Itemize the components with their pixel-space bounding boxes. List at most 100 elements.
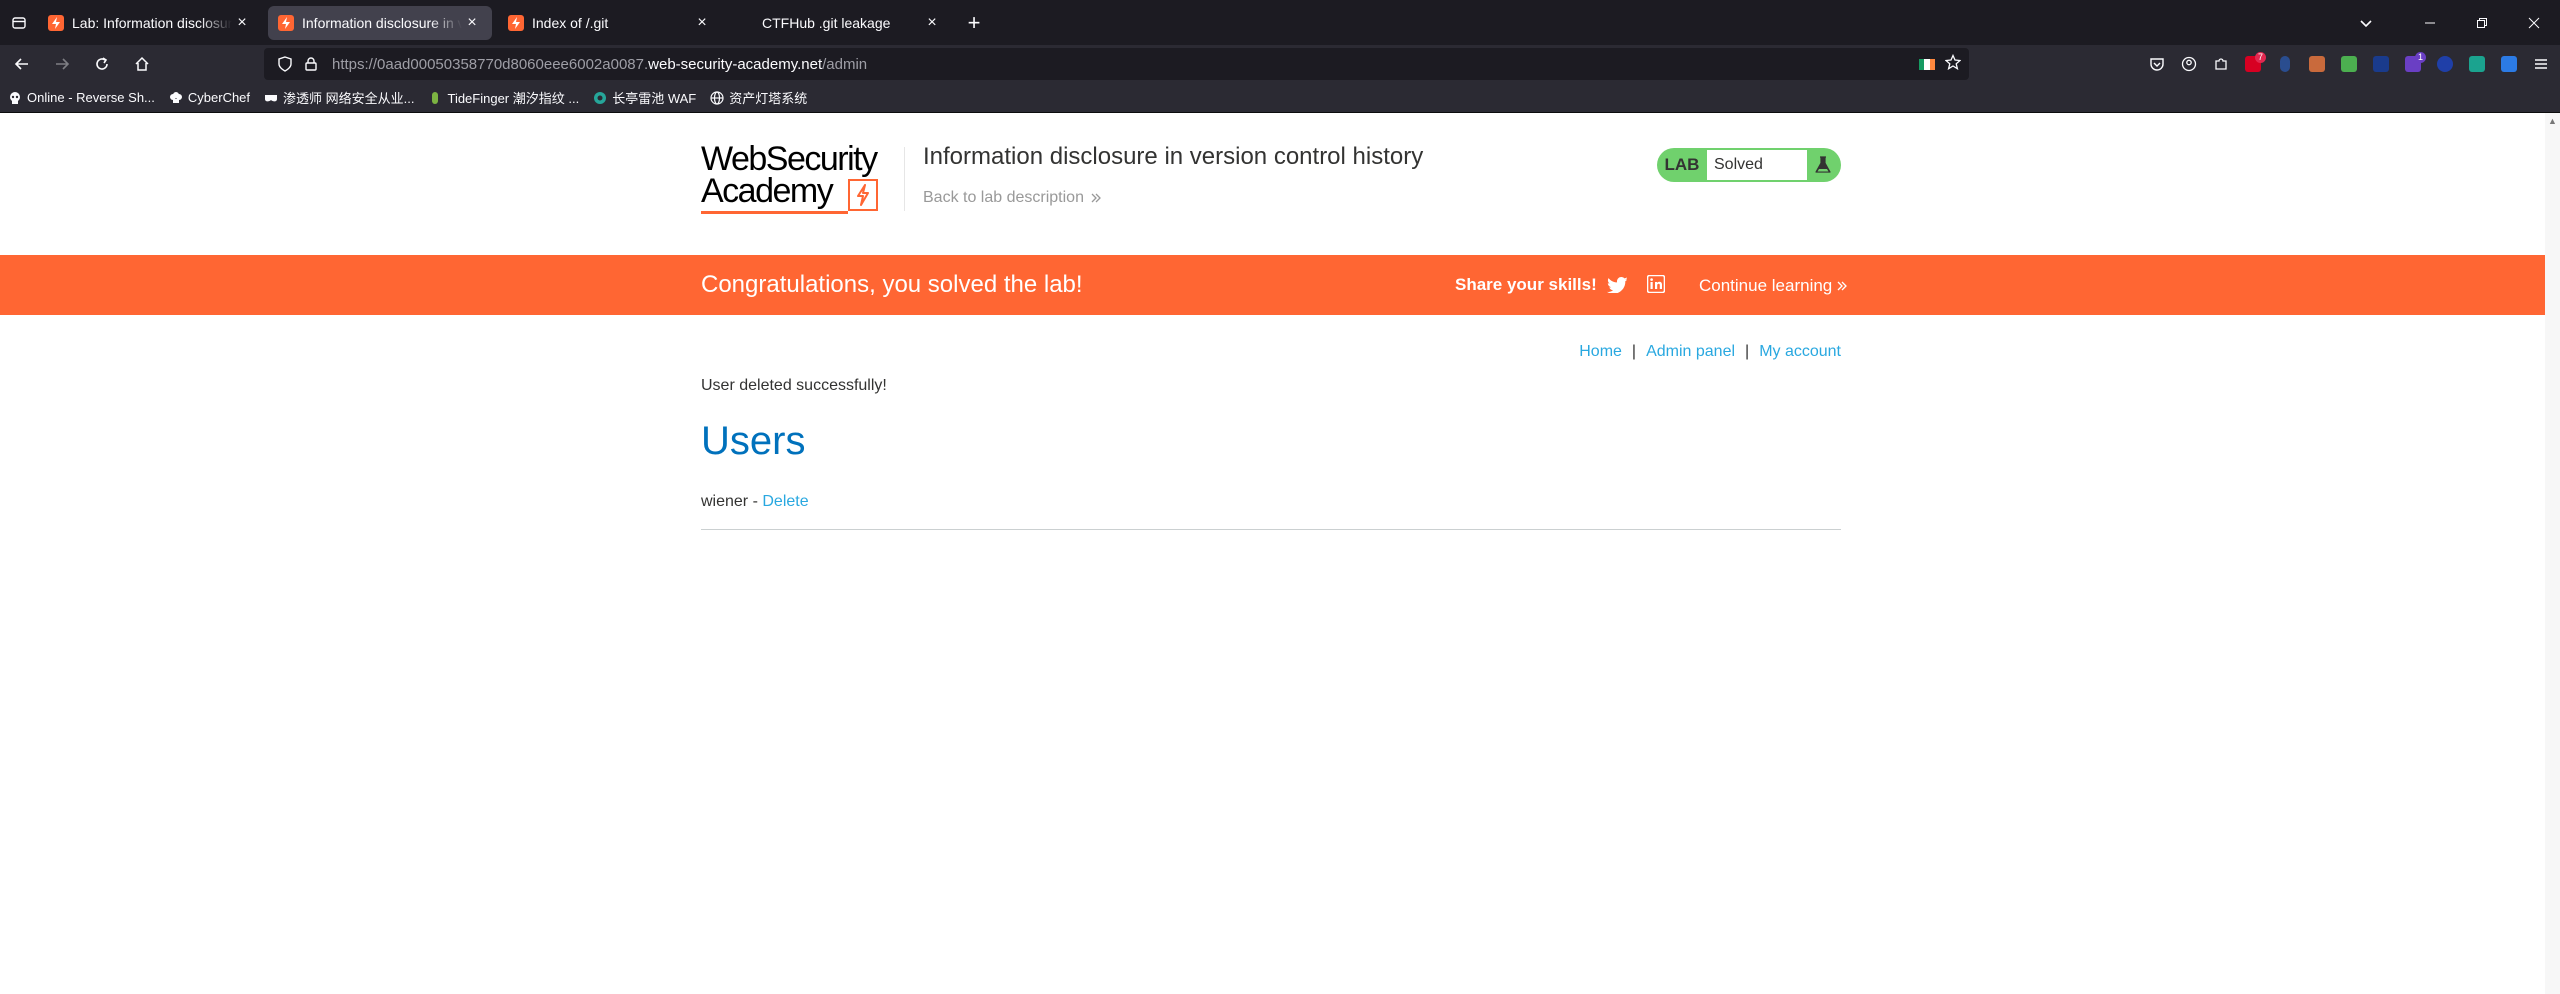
close-icon[interactable]: × [692,13,712,33]
home-icon [135,56,149,71]
linkedin-share-button[interactable] [1646,274,1666,294]
url-path: /admin [822,55,868,73]
close-icon[interactable]: × [232,13,252,33]
double-chevron-right-icon [1837,281,1848,291]
tab-list-button[interactable] [0,0,38,45]
bookmarks-toolbar: Online - Reverse Sh... CyberChef 渗透师 网络安… [0,83,2560,113]
bookmark-reverse-shell[interactable]: Online - Reverse Sh... [8,90,155,105]
hamburger-menu-icon [2535,59,2547,69]
puzzle-icon [2215,58,2227,70]
lab-title: Information disclosure in version contro… [923,143,1424,170]
twitter-share-button[interactable] [1607,274,1627,294]
bookmark-cyberchef[interactable]: CyberChef [169,90,250,105]
url-text[interactable]: https://0aad00050358770d8060eee6002a0087… [332,56,867,73]
lock-icon[interactable] [300,53,322,75]
tracking-protection-shield-icon[interactable] [274,53,296,75]
extension-globe-icon [2437,56,2453,72]
account-button[interactable] [2176,51,2202,77]
url-bar-actions [1919,48,1962,80]
extension-teal-icon [2469,56,2485,72]
my-account-link[interactable]: My account [1759,343,1841,361]
pocket-icon [2150,58,2164,71]
header-divider [904,147,905,211]
extension-green-icon [2341,56,2357,72]
reload-button[interactable] [84,48,120,80]
bookmark-safeline-waf[interactable]: 长亭雷池 WAF [593,88,696,107]
extension-fx[interactable] [2368,51,2394,77]
nav-separator: | [1745,343,1750,360]
tab-ctfhub[interactable]: CTFHub .git leakage × [728,6,952,40]
tab-list-icon [12,16,26,29]
page-scrollbar[interactable]: ▲ [2545,113,2560,994]
extension-teal[interactable] [2464,51,2490,77]
portswigger-favicon-icon [278,14,294,31]
scroll-up-arrow-icon[interactable]: ▲ [2548,116,2557,126]
bookmark-pentester[interactable]: 渗透师 网络安全从业... [264,88,414,107]
extension-lightblue[interactable] [2496,51,2522,77]
bookmark-label: TideFinger 潮汐指纹 ... [447,91,580,106]
reload-icon [96,57,108,70]
extension-lightblue-icon [2501,56,2517,72]
forward-button[interactable] [44,48,80,80]
tab-git-index[interactable]: Index of /.git × [498,6,722,40]
close-window-button[interactable] [2508,0,2560,45]
back-button[interactable] [4,48,40,80]
arrow-left-icon [14,58,28,70]
home-link[interactable]: Home [1579,343,1622,361]
solved-banner: Congratulations, you solved the lab! Sha… [0,255,2545,315]
menu-button[interactable] [2528,51,2554,77]
account-icon [2181,56,2197,72]
extension-green[interactable] [2336,51,2362,77]
extensions-toolbar: 7 1 [2144,45,2554,83]
plus-icon: + [967,9,981,35]
admin-panel-link[interactable]: Admin panel [1646,343,1735,361]
bookmark-asset-lighthouse[interactable]: 资产灯塔系统 [710,88,807,107]
minimize-button[interactable] [2404,0,2456,45]
continue-learning-link[interactable]: Continue learning [1699,276,1848,296]
chef-hat-icon [169,91,183,105]
share-skills-label: Share your skills! [1455,275,1597,294]
linkedin-icon [1647,275,1665,293]
close-icon[interactable]: × [462,13,482,33]
new-tab-button[interactable]: + [960,9,988,37]
ireland-flag-icon[interactable] [1919,58,1935,70]
bookmark-label: CyberChef [187,90,251,105]
tab-admin-active[interactable]: Information disclosure in version contro… [268,5,492,40]
extension-wappalyzer[interactable] [2304,51,2330,77]
extension-globe[interactable] [2432,51,2458,77]
chevron-down-icon [2360,19,2372,27]
close-icon[interactable]: × [922,13,942,33]
tab-title: Lab: Information disclosure in version c… [72,14,232,31]
logo-underline [701,211,848,214]
portswigger-favicon-icon [508,14,524,31]
flash-message: User deleted successfully! [701,377,887,394]
bookmark-tidefinger[interactable]: TideFinger 潮汐指纹 ... [428,88,579,107]
extension-blue[interactable] [2272,51,2298,77]
bookmark-star-icon[interactable] [1944,53,1962,74]
back-to-lab-description-link[interactable]: Back to lab description [923,189,1102,207]
lab-badge: LAB [1664,155,1700,174]
top-navigation: Home | Admin panel | My account [1579,343,1841,361]
extensions-button[interactable] [2208,51,2234,77]
double-chevron-right-icon [1091,193,1101,203]
url-bar[interactable]: https://0aad00050358770d8060eee6002a0087… [264,48,1969,80]
continue-learning-label: Continue learning [1699,276,1833,295]
portswigger-favicon-icon [48,14,64,31]
home-button[interactable] [124,48,160,80]
tab-lab-description[interactable]: Lab: Information disclosure in version c… [38,6,262,40]
extension-badge: 1 [2414,52,2426,63]
extension-blue-icon [2280,56,2290,72]
twitter-icon [1607,276,1627,293]
tab-overflow-button[interactable] [2348,0,2384,45]
restore-button[interactable] [2456,0,2508,45]
browser-chrome: Lab: Information disclosure in version c… [0,0,2560,113]
users-heading: Users [701,419,806,463]
arrow-right-icon [56,58,70,70]
lab-status-text: Solved [1707,150,1807,180]
pocket-button[interactable] [2144,51,2170,77]
extension-red[interactable]: 7 [2240,51,2266,77]
lab-status-widget: LAB Solved [1657,148,1841,182]
delete-user-link[interactable]: Delete [762,493,808,510]
extension-purple[interactable]: 1 [2400,51,2426,77]
web-security-academy-logo[interactable]: WebSecurity Academy [701,142,901,214]
